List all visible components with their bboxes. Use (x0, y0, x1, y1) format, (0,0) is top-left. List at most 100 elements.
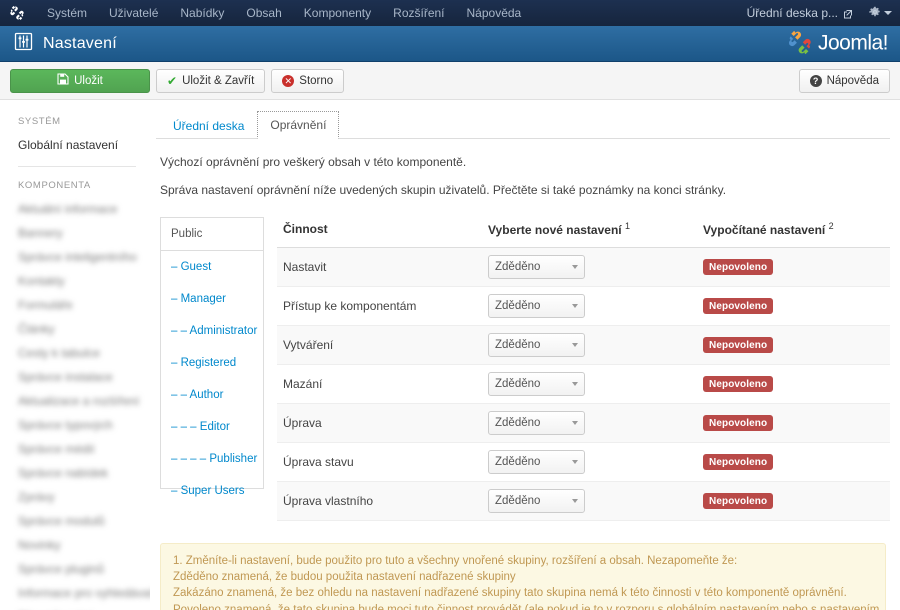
joomla-logo-text: Joomla! (818, 32, 888, 56)
save-button[interactable]: Uložit (10, 69, 150, 93)
row-calculated-cell: Nepovoleno (697, 287, 890, 326)
topnav-item-6[interactable]: Nápověda (456, 2, 533, 24)
group-tab-guest[interactable]: – Guest (161, 251, 263, 283)
sidebar-item-component-15[interactable]: Správce pluginů (0, 557, 150, 581)
topnav-item-5[interactable]: Rozšíření (382, 2, 455, 24)
topnav-item-0[interactable]: Systém (36, 2, 98, 24)
group-tab-author[interactable]: – – Author (161, 379, 263, 411)
top-menu-bar: Systém Uživatelé Nabídky Obsah Komponent… (0, 0, 900, 26)
sidebar-item-component-0[interactable]: Aktuální informace (0, 197, 150, 221)
row-action-label: Vytváření (277, 326, 482, 365)
permission-select[interactable]: Zděděno (488, 333, 585, 357)
chevron-down-icon (572, 499, 578, 503)
sidebar-item-component-1[interactable]: Bannery (0, 221, 150, 245)
joomla-logo-icon[interactable] (8, 4, 26, 22)
row-setting-cell: Zděděno (482, 326, 697, 365)
status-badge: Nepovoleno (703, 454, 773, 470)
permission-select-value: Zděděno (495, 339, 540, 351)
permission-select[interactable]: Zděděno (488, 411, 585, 435)
sidebar-item-component-7[interactable]: Správce instalace (0, 365, 150, 389)
save-and-close-button[interactable]: ✔ Uložit & Zavřít (156, 69, 265, 93)
page-header: Nastavení Joomla! (0, 26, 900, 62)
topnav-item-2[interactable]: Nabídky (169, 2, 235, 24)
sidebar: SYSTÉM Globální nastavení KOMPONENTA Akt… (0, 100, 150, 610)
notes-panel: 1. Změníte-li nastavení, bude použito pr… (160, 543, 886, 610)
toolbar: Uložit ✔ Uložit & Zavřít ✕ Storno ? Nápo… (0, 62, 900, 100)
group-tab-manager[interactable]: – Manager (161, 283, 263, 315)
check-icon: ✔ (167, 74, 177, 88)
cancel-button[interactable]: ✕ Storno (271, 69, 344, 93)
help-button[interactable]: ? Nápověda (799, 69, 890, 93)
sidebar-item-component-16[interactable]: Informace pro vyhledávače (0, 581, 150, 605)
row-setting-cell: Zděděno (482, 248, 697, 287)
group-tab-super-users[interactable]: – Super Users (161, 475, 263, 507)
group-tab-publisher[interactable]: – – – – Publisher (161, 443, 263, 475)
sidebar-item-component-11[interactable]: Správce nabídek (0, 461, 150, 485)
group-tab-registered[interactable]: – Registered (161, 347, 263, 379)
row-setting-cell: Zděděno (482, 365, 697, 404)
help-button-label: Nápověda (827, 75, 879, 87)
permission-select-value: Zděděno (495, 378, 540, 390)
status-badge: Nepovoleno (703, 415, 773, 431)
tab-opravneni[interactable]: Oprávnění (257, 111, 339, 139)
sidebar-item-component-5[interactable]: Články (0, 317, 150, 341)
group-tab-public[interactable]: Public (161, 218, 263, 251)
table-head: Činnost Vyberte nové nastavení 1 Vypočít… (277, 217, 890, 248)
joomla-brand-logo: Joomla! (787, 29, 888, 58)
tab-uredni-deska[interactable]: Úřední deska (160, 112, 257, 139)
question-circle-icon: ? (810, 75, 822, 87)
permission-select-value: Zděděno (495, 300, 540, 312)
permission-select[interactable]: Zděděno (488, 294, 585, 318)
joomla-logo-icon (787, 29, 813, 58)
cancel-button-label: Storno (299, 75, 333, 87)
row-action-label: Přístup ke komponentám (277, 287, 482, 326)
sidebar-item-component-14[interactable]: Novinky (0, 533, 150, 557)
sidebar-item-component-2[interactable]: Správce inteligentního (0, 245, 150, 269)
sidebar-item-global-config[interactable]: Globální nastavení (0, 133, 150, 157)
permission-select[interactable]: Zděděno (488, 255, 585, 279)
table-row: Mazání Zděděno Nepovoleno (277, 365, 890, 404)
topnav-item-4[interactable]: Komponenty (293, 2, 382, 24)
sidebar-item-component-6[interactable]: Cesty k tabulce (0, 341, 150, 365)
row-setting-cell: Zděděno (482, 287, 697, 326)
permission-select[interactable]: Zděděno (488, 372, 585, 396)
note-line-0: 1. Změníte-li nastavení, bude použito pr… (173, 553, 873, 569)
chevron-down-icon (572, 460, 578, 464)
note-line-3: Povoleno znamená, že tato skupina bude m… (173, 602, 873, 610)
sidebar-item-component-12[interactable]: Zprávy (0, 485, 150, 509)
topnav-item-1[interactable]: Uživatelé (98, 2, 169, 24)
view-site-link[interactable]: Úřední deska p... (747, 6, 853, 20)
column-header-calculated-label: Vypočítané nastavení (703, 223, 825, 237)
table-body: Nastavit Zděděno Nepovoleno (277, 248, 890, 521)
status-badge: Nepovoleno (703, 298, 773, 314)
topnav-item-3[interactable]: Obsah (235, 2, 292, 24)
group-tab-administrator[interactable]: – – Administrator (161, 315, 263, 347)
chevron-down-icon (572, 343, 578, 347)
permission-select[interactable]: Zděděno (488, 489, 585, 513)
note-line-1: Zděděno znamená, že budou použita nastav… (173, 569, 873, 585)
chevron-down-icon (572, 304, 578, 308)
sidebar-item-component-13[interactable]: Správce modulů (0, 509, 150, 533)
row-action-label: Úprava (277, 404, 482, 443)
sidebar-item-component-8[interactable]: Aktualizace a rozšíření (0, 389, 150, 413)
top-nav: Systém Uživatelé Nabídky Obsah Komponent… (36, 2, 532, 24)
sidebar-item-component-10[interactable]: Správce médií (0, 437, 150, 461)
save-button-label: Uložit (74, 75, 103, 87)
permission-select-value: Zděděno (495, 456, 540, 468)
sidebar-item-component-4[interactable]: Formuláře (0, 293, 150, 317)
sidebar-item-component-9[interactable]: Správce typových (0, 413, 150, 437)
row-action-label: Úprava stavu (277, 443, 482, 482)
chevron-down-icon (572, 382, 578, 386)
chevron-down-icon (884, 11, 892, 15)
column-header-calculated: Vypočítané nastavení 2 (697, 217, 890, 248)
user-menu-button[interactable] (869, 6, 892, 21)
table-row: Nastavit Zděděno Nepovoleno (277, 248, 890, 287)
intro-line-2: Správa nastavení oprávnění níže uvedenýc… (160, 181, 886, 200)
permission-select[interactable]: Zděděno (488, 450, 585, 474)
permissions-table: Činnost Vyberte nové nastavení 1 Vypočít… (277, 217, 890, 521)
group-tab-editor[interactable]: – – – Editor (161, 411, 263, 443)
row-calculated-cell: Nepovoleno (697, 248, 890, 287)
sidebar-item-component-17[interactable]: Přesměrování (0, 605, 150, 610)
status-badge: Nepovoleno (703, 337, 773, 353)
sidebar-item-component-3[interactable]: Kontakty (0, 269, 150, 293)
